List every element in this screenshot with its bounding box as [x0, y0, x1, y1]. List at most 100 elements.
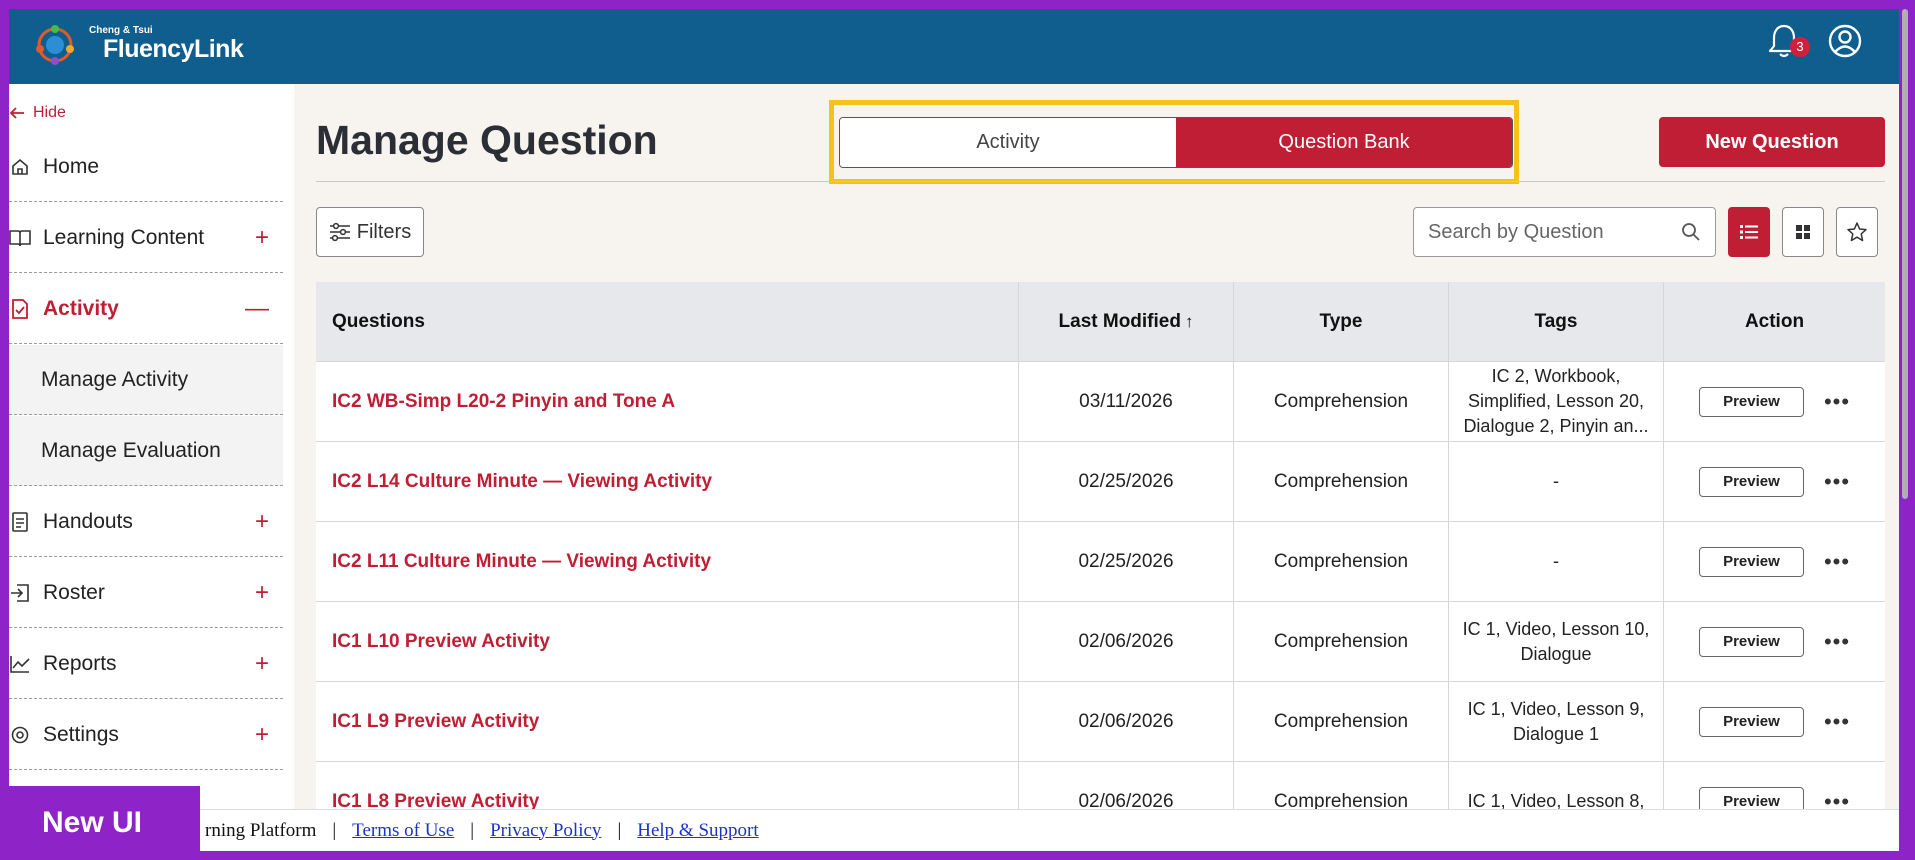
sidebar-item-reports[interactable]: Reports +	[9, 629, 283, 699]
preview-button[interactable]: Preview	[1698, 626, 1804, 657]
header-questions: Questions	[316, 282, 1019, 361]
favorites-button[interactable]	[1836, 207, 1878, 257]
notification-count-badge: 3	[1790, 37, 1810, 57]
sidebar-item-home[interactable]: Home	[9, 132, 283, 202]
type-value: Comprehension	[1273, 550, 1409, 572]
hide-sidebar-link[interactable]: Hide	[9, 104, 66, 122]
grid-view-button[interactable]	[1782, 207, 1824, 257]
sidebar-subitem-manage-activity[interactable]: Manage Activity	[9, 345, 283, 415]
expand-plus-icon[interactable]: +	[255, 509, 269, 534]
sidebar: Hide Home Learning Content + Activity — …	[9, 84, 294, 851]
type-value: Comprehension	[1273, 710, 1409, 732]
sidebar-item-settings[interactable]: Settings +	[9, 700, 283, 770]
table-row: IC2 WB-Simp L20-2 Pinyin and Tone A 03/1…	[316, 361, 1885, 441]
chart-icon	[9, 653, 31, 675]
sidebar-item-label: Settings	[43, 722, 119, 746]
more-options-icon[interactable]: •••	[1824, 709, 1850, 735]
question-link[interactable]: IC2 L14 Culture Minute — Viewing Activit…	[332, 471, 712, 493]
toggle-question-bank[interactable]: Question Bank	[1176, 118, 1512, 167]
book-icon	[9, 227, 31, 249]
new-question-button[interactable]: New Question	[1659, 117, 1885, 167]
type-cell: Comprehension	[1234, 362, 1449, 441]
date-cell: 02/06/2026	[1019, 602, 1234, 681]
question-link[interactable]: IC2 WB-Simp L20-2 Pinyin and Tone A	[332, 391, 675, 413]
privacy-policy-link[interactable]: Privacy Policy	[490, 820, 601, 842]
sidebar-item-handouts[interactable]: Handouts +	[9, 487, 283, 557]
table-row: IC2 L14 Culture Minute — Viewing Activit…	[316, 441, 1885, 521]
filters-button[interactable]: Filters	[316, 207, 424, 257]
type-cell: Comprehension	[1234, 442, 1449, 521]
scrollbar[interactable]	[1902, 9, 1908, 499]
expand-plus-icon[interactable]: +	[255, 580, 269, 605]
question-link[interactable]: IC1 L10 Preview Activity	[332, 631, 550, 653]
expand-plus-icon[interactable]: +	[255, 722, 269, 747]
top-bar: Cheng & Tsui FluencyLink 3	[9, 9, 1899, 84]
tags-cell: -	[1449, 442, 1664, 521]
header-last-modified[interactable]: Last Modified ↑	[1019, 282, 1234, 361]
collapse-minus-icon[interactable]: —	[245, 296, 269, 321]
logo-icon	[36, 25, 74, 65]
view-toggle: Activity Question Bank	[839, 117, 1513, 168]
footer: rning Platform | Terms of Use | Privacy …	[9, 809, 1899, 851]
question-link[interactable]: IC2 L11 Culture Minute — Viewing Activit…	[332, 551, 711, 573]
last-modified-value: 03/11/2026	[1079, 390, 1173, 412]
sidebar-item-learning-content[interactable]: Learning Content +	[9, 203, 283, 273]
question-link[interactable]: IC1 L9 Preview Activity	[332, 711, 539, 733]
preview-button[interactable]: Preview	[1698, 466, 1804, 497]
preview-button[interactable]: Preview	[1698, 386, 1804, 417]
sidebar-item-roster[interactable]: Roster +	[9, 558, 283, 628]
list-icon	[1740, 225, 1758, 239]
help-support-link[interactable]: Help & Support	[637, 820, 758, 842]
sidebar-item-activity[interactable]: Activity —	[9, 274, 283, 344]
tags-cell: IC 1, Video, Lesson 10, Dialogue	[1449, 602, 1664, 681]
table-header: Questions Last Modified ↑ Type Tags Acti…	[316, 282, 1885, 361]
fluencylink-logo[interactable]: Cheng & Tsui FluencyLink	[31, 17, 251, 73]
preview-button[interactable]: Preview	[1698, 706, 1804, 737]
activity-icon	[9, 298, 31, 320]
search-input[interactable]	[1428, 220, 1681, 244]
sidebar-item-label: Activity	[43, 296, 119, 320]
table-row: IC1 L9 Preview Activity 02/06/2026 Compr…	[316, 681, 1885, 761]
date-cell: 02/25/2026	[1019, 522, 1234, 601]
more-options-icon[interactable]: •••	[1824, 549, 1850, 575]
header-type: Type	[1234, 282, 1449, 361]
more-options-icon[interactable]: •••	[1824, 629, 1850, 655]
type-value: Comprehension	[1273, 630, 1409, 652]
preview-button[interactable]: Preview	[1698, 546, 1804, 577]
toggle-activity[interactable]: Activity	[840, 118, 1176, 167]
list-view-button[interactable]	[1728, 207, 1770, 257]
terms-of-use-link[interactable]: Terms of Use	[352, 820, 454, 842]
app-frame: Cheng & Tsui FluencyLink 3 Hide Home Lea…	[9, 9, 1899, 851]
search-box	[1413, 207, 1716, 257]
expand-plus-icon[interactable]: +	[255, 651, 269, 676]
question-cell: IC1 L9 Preview Activity	[316, 682, 1019, 761]
last-modified-value: 02/06/2026	[1078, 710, 1174, 732]
search-icon[interactable]	[1681, 222, 1701, 242]
last-modified-value: 02/25/2026	[1078, 550, 1174, 572]
date-cell: 02/25/2026	[1019, 442, 1234, 521]
type-cell: Comprehension	[1234, 682, 1449, 761]
last-modified-value: 02/06/2026	[1078, 630, 1174, 652]
question-cell: IC2 WB-Simp L20-2 Pinyin and Tone A	[316, 362, 1019, 441]
expand-plus-icon[interactable]: +	[255, 225, 269, 250]
action-cell: Preview •••	[1664, 442, 1885, 521]
header-tags: Tags	[1449, 282, 1664, 361]
roster-icon	[9, 582, 31, 604]
logo-main-text: FluencyLink	[103, 35, 244, 63]
more-options-icon[interactable]: •••	[1824, 389, 1850, 415]
header-last-modified-label: Last Modified	[1058, 310, 1181, 332]
sidebar-item-label: Home	[43, 154, 100, 178]
question-cell: IC2 L11 Culture Minute — Viewing Activit…	[316, 522, 1019, 601]
tags-value: IC 1, Video, Lesson 9, Dialogue 1	[1467, 698, 1645, 744]
footer-separator: |	[332, 819, 337, 841]
sidebar-subitem-manage-evaluation[interactable]: Manage Evaluation	[9, 416, 283, 486]
action-cell: Preview •••	[1664, 522, 1885, 601]
header-action: Action	[1744, 310, 1805, 332]
more-options-icon[interactable]: •••	[1824, 469, 1850, 495]
action-cell: Preview •••	[1664, 362, 1885, 441]
new-ui-badge: New UI	[0, 786, 200, 860]
questions-table: Questions Last Modified ↑ Type Tags Acti…	[316, 282, 1885, 841]
sort-arrow-icon: ↑	[1184, 311, 1194, 331]
tags-value: IC 2, Workbook, Simplified, Lesson 20, D…	[1463, 366, 1649, 436]
user-profile-icon[interactable]	[1827, 23, 1863, 59]
